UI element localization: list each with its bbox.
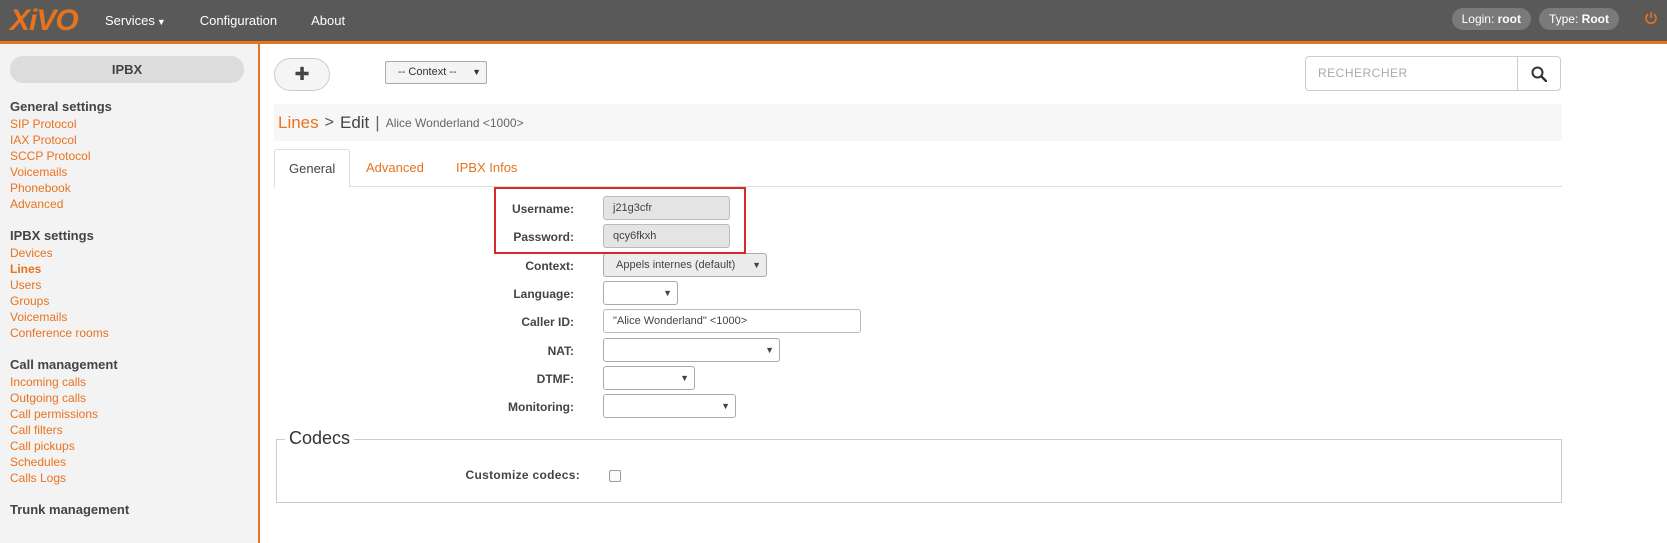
type-badge: Type: Root [1538,8,1619,30]
section-trunk-management: Trunk management [10,502,258,518]
sidebar-item-calls-logs[interactable]: Calls Logs [10,470,258,486]
tab-advanced[interactable]: Advanced [352,149,438,187]
search-button[interactable] [1517,57,1560,90]
breadcrumb-line-name: Alice Wonderland <1000> [385,115,524,130]
sidebar-item-advanced[interactable]: Advanced [10,196,258,212]
dropdown-arrow-icon: ▼ [663,288,672,298]
sidebar-item-call-filters[interactable]: Call filters [10,422,258,438]
monitoring-label: Monitoring: [508,400,574,414]
main-nav: Services ▼ Configuration About [105,0,379,41]
sidebar-item-sip-protocol[interactable]: SIP Protocol [10,116,258,132]
nat-select[interactable]: ▼ [603,338,780,362]
section-heading: General settings [10,99,112,114]
breadcrumb-current: Edit [339,112,370,132]
section-ipbx-settings: IPBX settings Devices Lines Users Groups… [10,228,258,341]
breadcrumb-lines-link[interactable]: Lines [278,113,319,133]
section-call-management: Call management Incoming calls Outgoing … [10,357,258,486]
breadcrumb-pipe: | [375,112,380,132]
dropdown-arrow-icon: ▼ [752,260,761,270]
type-label: Type: [1548,12,1579,26]
tab-bar: General Advanced IPBX Infos [274,149,1562,188]
nav-configuration[interactable]: Configuration [200,13,277,28]
dropdown-arrow-icon: ▼ [680,373,689,383]
sidebar-item-groups[interactable]: Groups [10,293,258,309]
search-input[interactable]: RECHERCHER [1306,57,1518,90]
tab-general[interactable]: General [274,149,351,188]
sidebar-item-voicemails-ipbx[interactable]: Voicemails [10,309,258,325]
caret-down-icon: ▼ [156,17,166,27]
nav-services-label: Services [105,13,155,28]
context-filter-select[interactable]: -- Context -- ▼ [385,61,487,84]
section-heading: Call management [10,357,118,372]
breadcrumb-separator: > [324,113,334,131]
logo-text: XiVO [10,4,79,37]
top-bar: XiVO Services ▼ Configuration About Login… [0,0,1667,44]
sidebar-item-call-permissions[interactable]: Call permissions [10,406,258,422]
customize-codecs-checkbox[interactable] [609,470,621,482]
customize-codecs-label: Customize codecs: [465,468,580,482]
plus-icon: ✚ [294,64,310,84]
sidebar-item-conference-rooms[interactable]: Conference rooms [10,325,258,341]
section-general-settings: General settings SIP Protocol IAX Protoc… [10,99,258,212]
section-heading: Trunk management [10,502,130,517]
context-label: Context: [525,259,574,273]
language-select[interactable]: ▼ [603,281,678,305]
search-box: RECHERCHER [1305,56,1561,91]
type-value: Root [1581,12,1609,26]
sidebar-item-iax-protocol[interactable]: IAX Protocol [10,132,258,148]
sidebar-item-schedules[interactable]: Schedules [10,454,258,470]
breadcrumb: Lines > Edit | Alice Wonderland <1000> [274,104,1562,141]
tab-ipbx-infos[interactable]: IPBX Infos [442,149,531,187]
sidebar-item-devices[interactable]: Devices [10,245,258,261]
sidebar-item-lines[interactable]: Lines [10,261,258,277]
dropdown-arrow-icon: ▼ [472,67,481,77]
add-button[interactable]: ✚ [274,58,330,91]
search-icon [1531,66,1547,82]
dtmf-select[interactable]: ▼ [603,366,695,390]
section-heading: IPBX settings [10,228,94,243]
dropdown-arrow-icon: ▼ [721,401,730,411]
login-value: root [1497,12,1521,26]
context-select[interactable]: Appels internes (default) ▼ [603,253,767,277]
sidebar-item-phonebook[interactable]: Phonebook [10,180,258,196]
monitoring-select[interactable]: ▼ [603,394,736,418]
dropdown-arrow-icon: ▼ [765,345,774,355]
user-badges: Login: root Type: Root [1444,8,1619,30]
sidebar-item-incoming-calls[interactable]: Incoming calls [10,374,258,390]
sidebar-item-sccp-protocol[interactable]: SCCP Protocol [10,148,258,164]
nat-label: NAT: [547,344,574,358]
nav-about[interactable]: About [311,13,345,28]
login-label: Login: [1461,12,1495,26]
callerid-field[interactable]: "Alice Wonderland" <1000> [603,309,861,333]
xivo-logo[interactable]: XiVO [10,4,79,37]
sidebar-item-users[interactable]: Users [10,277,258,293]
sidebar-item-voicemails[interactable]: Voicemails [10,164,258,180]
callerid-label: Caller ID: [521,315,574,329]
main-content: ✚ -- Context -- ▼ RECHERCHER Lines > Edi… [262,44,1667,543]
credentials-highlight-box [494,187,746,254]
language-label: Language: [513,287,574,301]
context-select-value: Appels internes (default) [616,259,736,271]
sidebar: IPBX General settings SIP Protocol IAX P… [0,44,260,543]
codecs-fieldset: Codecs Customize codecs: [276,428,1562,503]
dtmf-label: DTMF: [536,372,574,386]
context-filter-value: -- Context -- [398,66,457,78]
login-badge: Login: root [1451,8,1531,30]
sidebar-item-outgoing-calls[interactable]: Outgoing calls [10,390,258,406]
sidebar-title: IPBX [10,56,244,83]
nav-services[interactable]: Services ▼ [105,13,166,28]
sidebar-item-call-pickups[interactable]: Call pickups [10,438,258,454]
codecs-legend: Codecs [285,428,355,449]
power-icon[interactable] [1644,11,1658,25]
